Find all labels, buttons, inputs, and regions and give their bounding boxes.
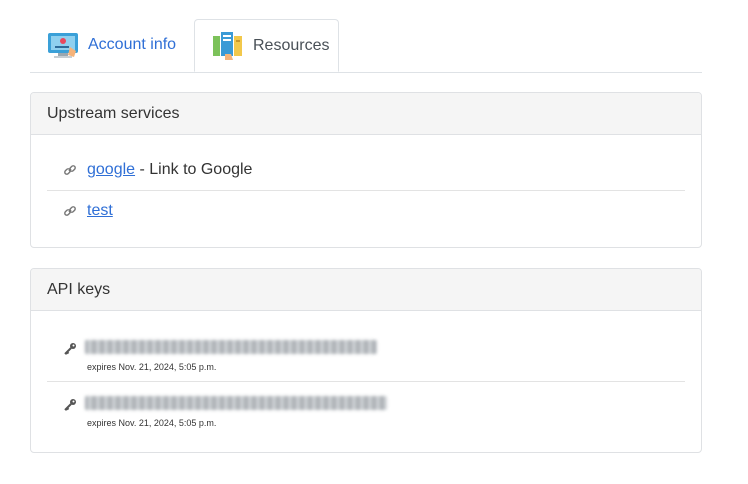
link-icon [64, 165, 76, 175]
divider [47, 190, 685, 191]
key-expiry: expires Nov. 21, 2024, 5:05 p.m. [87, 362, 217, 372]
tab-account-info[interactable]: Account info [46, 19, 176, 71]
upstream-link[interactable]: google [87, 161, 135, 179]
upstream-item: google - Link to Google [47, 161, 685, 179]
tab-resources-label: Resources [253, 36, 330, 54]
upstream-services-card: Upstream services google - Link to Googl… [30, 92, 702, 248]
api-keys-card: API keys expires Nov. 21, 2024, 5:05 p.m… [30, 268, 702, 453]
resources-books-icon [213, 31, 242, 60]
upstream-item: test [47, 202, 685, 220]
key-icon [64, 343, 76, 355]
card-title: API keys [31, 269, 701, 311]
redacted-key-value [85, 340, 377, 354]
account-card-icon [48, 33, 78, 58]
key-expiry: expires Nov. 21, 2024, 5:05 p.m. [87, 418, 217, 428]
tab-account-info-label: Account info [88, 36, 177, 53]
card-title: Upstream services [31, 93, 701, 135]
key-icon [64, 399, 76, 411]
redacted-key-value [85, 396, 387, 410]
nav-tabs: Account info Resources [30, 19, 702, 73]
link-icon [64, 206, 76, 216]
divider [47, 381, 685, 382]
upstream-link[interactable]: test [87, 202, 113, 220]
tab-resources[interactable]: Resources [194, 19, 339, 72]
upstream-description: - Link to Google [135, 161, 253, 178]
